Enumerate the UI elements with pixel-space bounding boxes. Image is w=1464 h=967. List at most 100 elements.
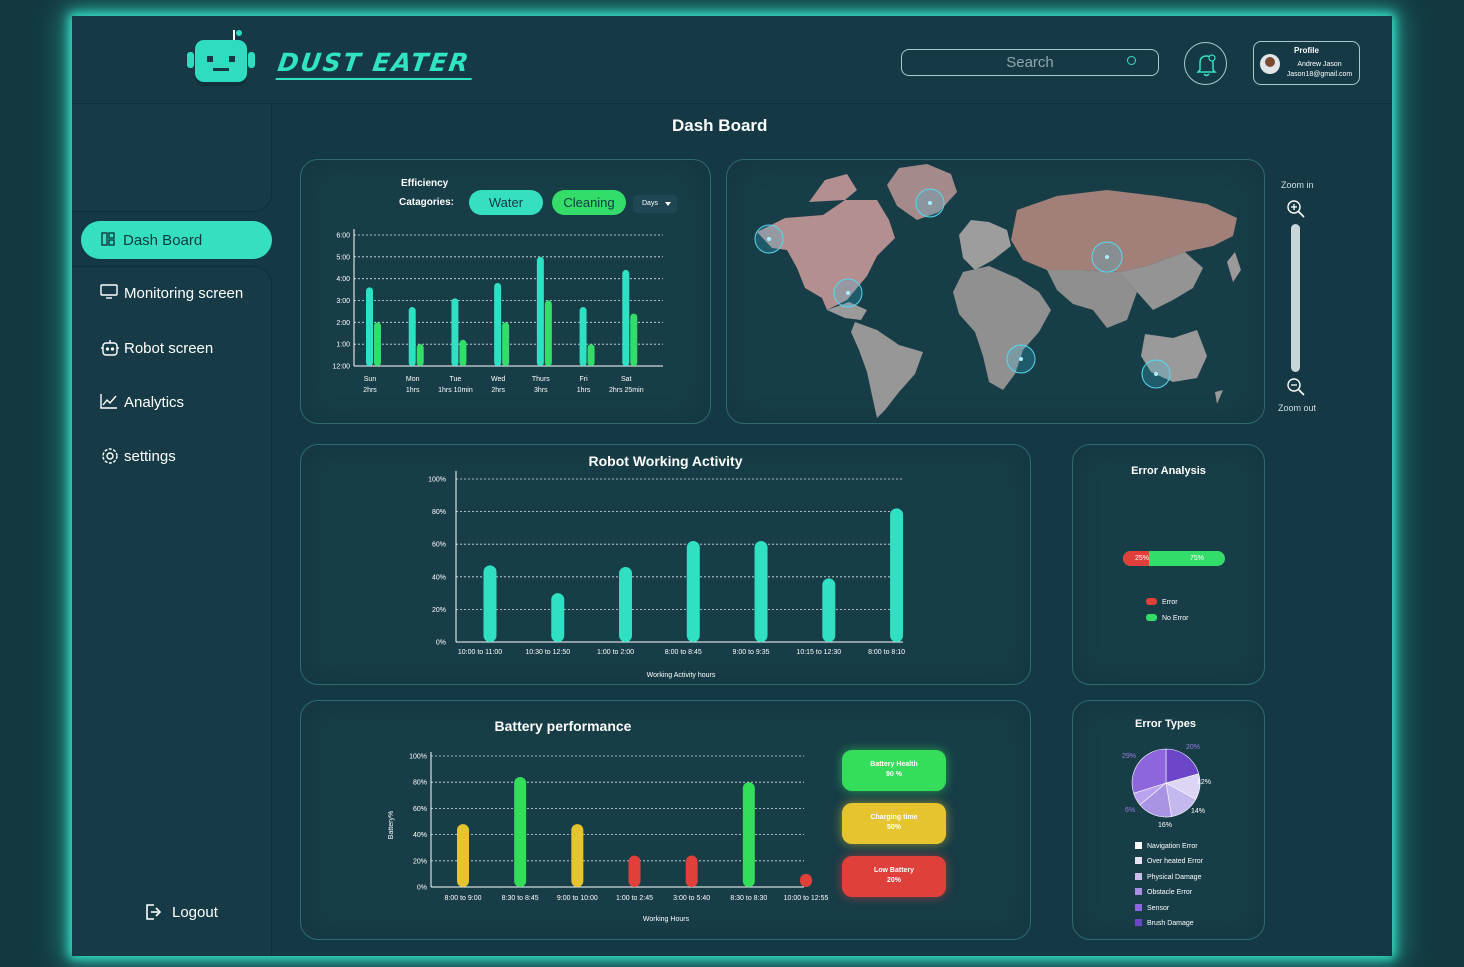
sidebar-panel [72,266,272,956]
legend-swatch [1135,888,1142,896]
bar-water [536,256,544,366]
zoom-in-icon[interactable] [1286,199,1306,219]
legend-swatch [1146,614,1157,621]
x-tick-sublabel: 3hrs [534,387,548,394]
pie-slice-label: 16% [1158,822,1172,829]
error-ratio-bar: 25% 75% [1123,551,1225,566]
x-tick-label: 8:00 to 8:10 [868,649,905,656]
y-tick-label: 20% [432,607,446,614]
bar-water [366,287,373,366]
activity-bar [483,565,497,642]
battery-bar [685,855,698,887]
legend-no-error: No Error [1146,614,1188,622]
legend-label: Brush Damage [1147,920,1194,927]
pie-slice-label: 14% [1191,808,1205,815]
y-tick-label: 3:00 [336,298,350,305]
profile-title: Profile [1294,46,1319,55]
legend-item: Brush Damage [1135,919,1194,927]
bar-cleaning [544,300,552,366]
y-tick-label: 80% [413,780,427,787]
y-tick-label: 6:00 [336,233,350,240]
dashboard-icon [101,232,115,246]
legend-label: Navigation Error [1147,843,1198,850]
sidebar-item-dashboard[interactable]: Dash Board [81,221,272,259]
x-tick-label: 1:00 to 2:45 [616,895,653,902]
legend-item: Physical Damage [1135,872,1201,881]
charging-time-label: Charging time [870,814,918,821]
x-tick-label: Mon [406,376,420,383]
bar-water [494,283,502,366]
activity-bar [822,578,836,642]
x-tick-label: 10:00 to 12:55 [784,895,829,902]
legend-label: Obstacle Error [1147,889,1193,897]
profile-info: Andrew Jason Jason18@gmail.com [1282,60,1357,80]
y-tick-label: 60% [413,806,427,813]
zoom-slider[interactable] [1291,224,1300,372]
world-map[interactable] [727,160,1266,425]
bar-water [579,307,587,366]
x-tick-label: 10:30 to 12:50 [525,649,570,656]
x-tick-sublabel: 1hrs [577,387,591,394]
bar-water [408,307,416,366]
x-tick-label: 8:00 to 9:00 [445,895,482,902]
profile-email: Jason18@gmail.com [1286,71,1353,78]
bar-cleaning [587,344,595,366]
bar-cleaning [374,322,381,366]
battery-bar [571,824,584,887]
zoom-out-icon[interactable] [1286,377,1306,397]
y-tick-label: 20% [413,858,427,865]
x-tick-label: 10:00 to 11:00 [458,649,502,656]
error-types-card: Error Types 20% 12% 14% 16% 6% 29% Navigation… [1072,700,1265,940]
search-input[interactable]: Search [901,49,1159,76]
efficiency-card: Efficiency Catagories: Water Cleaning Da… [300,159,711,424]
world-map-card [726,159,1265,424]
x-tick-label: 1:00 to 2:00 [597,649,634,656]
error-analysis-title: Error Analysis [1131,465,1206,477]
bar-cleaning [502,322,510,366]
notification-button[interactable] [1184,42,1227,85]
robot-icon [101,340,119,356]
efficiency-chart: 12:00 1:00 2:00 3:00 4:00 5:00 6:00 Sun 2hrs Mon 1… [332,229,663,394]
legend-swatch [1135,872,1142,880]
brand-name: DUST EATER [275,48,473,77]
charging-time-card: Charging time 50% [842,803,946,844]
y-axis-title: Battery% [388,811,395,839]
y-tick-label: 2:00 [336,320,350,327]
bar-cleaning [630,313,638,366]
x-tick-label: 8:30 to 8:45 [502,895,539,902]
x-tick-label: Thurs [532,376,550,383]
monitor-icon [100,284,118,299]
y-tick-label: 100% [428,477,446,484]
legend-label: Sensor [1147,904,1170,912]
bar-water [622,269,630,366]
logout-label: Logout [172,904,218,921]
pie-slice-label: 29% [1122,753,1136,760]
y-tick-label: 40% [432,574,446,581]
battery-bar [514,776,527,887]
legend-swatch [1135,919,1142,926]
profile-card[interactable]: Profile Andrew Jason Jason18@gmail.com [1253,41,1360,85]
x-axis-title: Working Activity hours [647,672,716,679]
search-placeholder: Search [1006,54,1054,71]
x-tick-label: Fri [579,376,588,383]
error-pct: 25% [1135,555,1150,562]
robot-logo-icon [187,30,255,86]
y-tick-label: 0% [417,885,427,892]
x-axis-title: Working Hours [643,916,690,923]
x-tick-label: 8:30 to 8:30 [730,895,767,902]
x-tick-label: 10:15 to 12:30 [796,649,841,656]
x-tick-label: Tue [450,376,462,383]
battery-bar [628,855,641,887]
y-tick-label: 60% [432,542,446,549]
zoom-out-label: Zoom out [1278,403,1317,413]
y-tick-label: 5:00 [336,254,350,261]
activity-bar [890,508,904,642]
legend-label: No Error [1162,615,1189,622]
search-icon[interactable] [1127,56,1136,65]
battery-bar [457,824,469,887]
avatar[interactable] [1260,54,1280,74]
logout-icon [146,904,162,920]
activity-bar [686,540,700,642]
bar-cleaning [459,339,467,366]
y-tick-label: 0% [436,640,446,647]
